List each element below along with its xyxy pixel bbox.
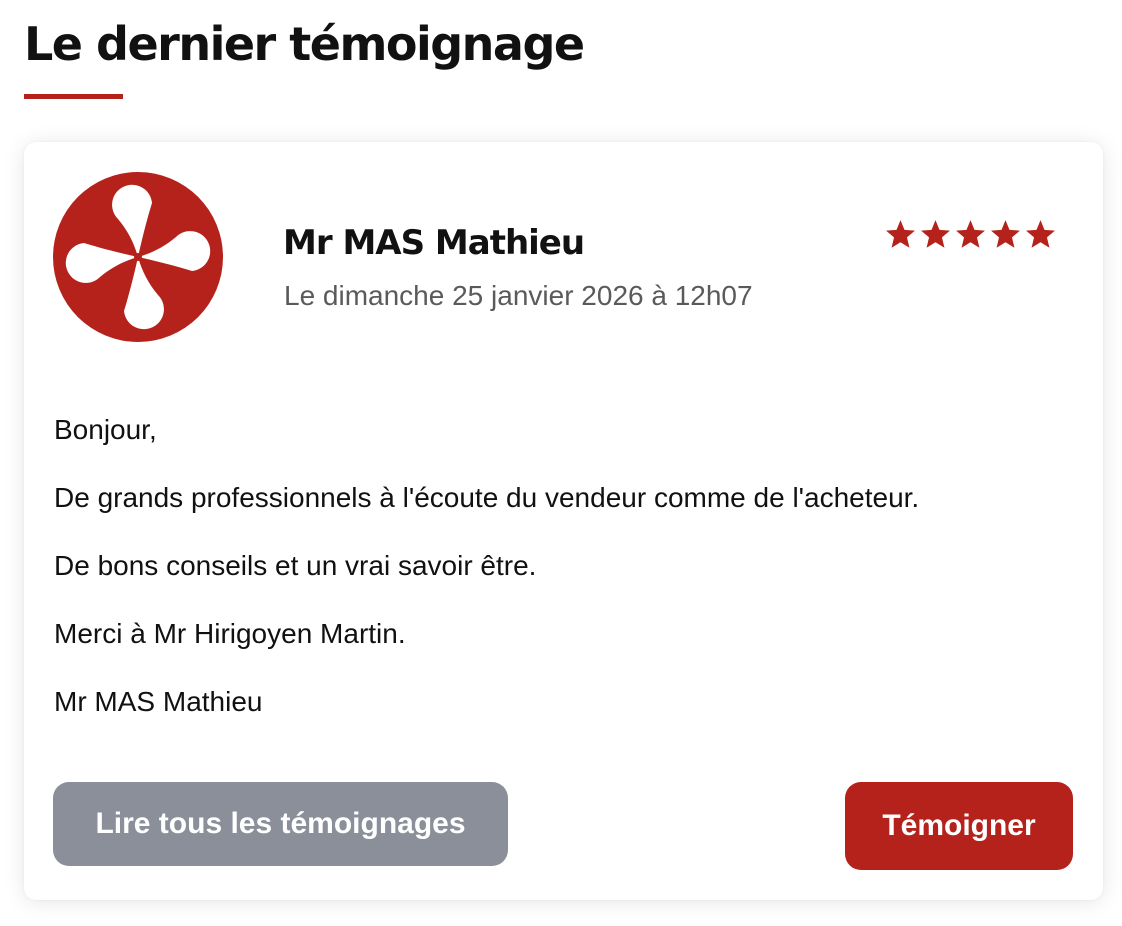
star-icon — [921, 220, 950, 248]
message-line: Bonjour, — [54, 414, 157, 445]
title-underline — [24, 94, 123, 99]
message-line: Mr MAS Mathieu — [54, 686, 263, 717]
star-icon — [886, 220, 915, 248]
message-line: De grands professionnels à l'écoute du v… — [54, 482, 920, 513]
star-icon — [1026, 220, 1055, 248]
star-icon — [956, 220, 985, 248]
testimonial-card: Mr MAS Mathieu Le dimanche 25 janvier 20… — [24, 142, 1103, 900]
section-title: Le dernier témoignage — [24, 17, 585, 71]
read-all-testimonials-button[interactable]: Lire tous les témoignages — [53, 782, 508, 866]
author-name: Mr MAS Mathieu — [283, 223, 585, 263]
testify-button[interactable]: Témoigner — [845, 782, 1073, 870]
star-icon — [991, 220, 1020, 248]
message-line: Merci à Mr Hirigoyen Martin. — [54, 618, 406, 649]
avatar — [53, 172, 223, 342]
testimonial-message: Bonjour, De grands professionnels à l'éc… — [54, 412, 1074, 752]
basque-cross-lauburu-icon — [53, 172, 223, 342]
testimonial-date: Le dimanche 25 janvier 2026 à 12h07 — [284, 280, 753, 311]
star-rating — [884, 218, 1057, 251]
message-line: De bons conseils et un vrai savoir être. — [54, 550, 537, 581]
